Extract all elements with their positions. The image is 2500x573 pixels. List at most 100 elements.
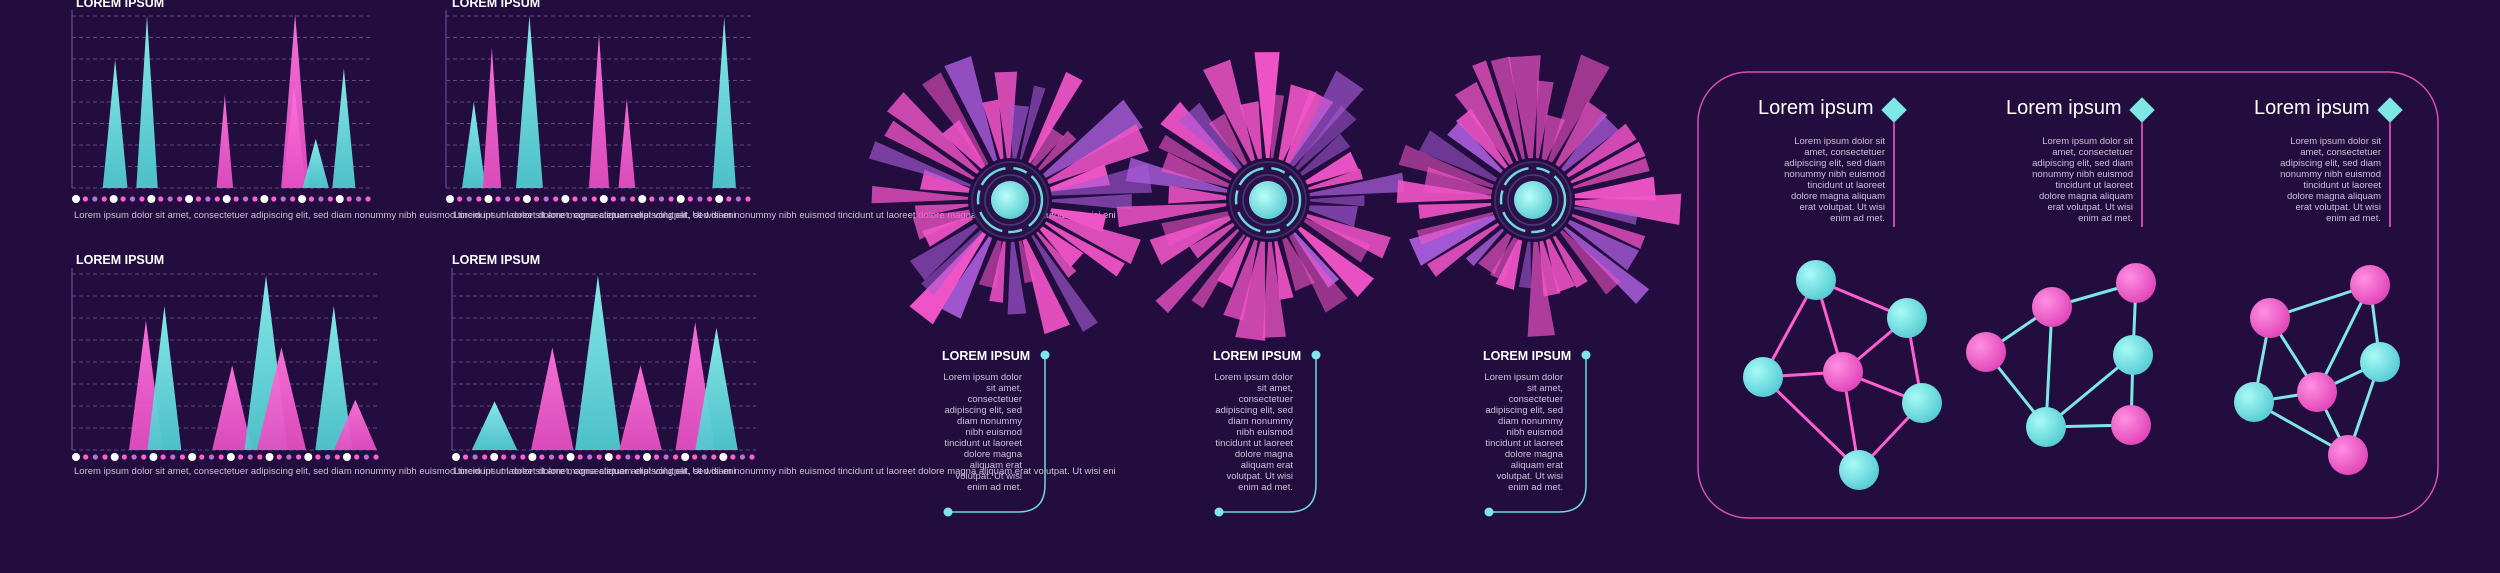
axis-dot: [543, 196, 549, 202]
axis-dot: [625, 454, 631, 460]
area-peak: [482, 47, 502, 189]
network-graph-1: [1743, 260, 1942, 490]
axis-dot: [558, 454, 564, 460]
column-text-line: enim ad met.: [1830, 213, 1885, 224]
block-text-line: consectetuer: [1509, 394, 1563, 405]
block-text-line: enim ad met.: [1508, 482, 1563, 493]
chart-title: LOREM IPSUM: [452, 0, 540, 10]
axis-dot: [327, 196, 333, 202]
block-text-line: dolore magna: [1235, 449, 1294, 460]
axis-dot: [92, 454, 98, 460]
axis-dot: [129, 196, 136, 202]
burst-core: [1514, 181, 1552, 219]
axis-dot: [218, 454, 224, 460]
radial-burst-3: [1396, 54, 1682, 337]
connector-dot: [943, 507, 953, 517]
axis-dot: [167, 196, 173, 202]
block-text-line: Lorem ipsum dolor: [1214, 372, 1293, 383]
axis-dot: [591, 196, 597, 202]
axis-dot: [514, 196, 520, 202]
axis-dot: [587, 454, 593, 460]
axis-dot: [308, 196, 315, 202]
axis-dot: [179, 454, 186, 460]
axis-dot: [490, 453, 499, 461]
network-node: [1966, 332, 2006, 372]
axis-dot: [315, 454, 321, 460]
network-node: [2113, 335, 2153, 375]
axis-dot: [222, 195, 231, 203]
axis-dot: [452, 453, 460, 461]
axis-dot: [82, 196, 89, 202]
block-text-line: sit amet,: [1257, 383, 1293, 394]
axis-dot: [630, 196, 636, 202]
axis-dot: [102, 454, 108, 460]
column-text-line: Lorem ipsum dolor sit: [2042, 136, 2133, 147]
axis-dot: [298, 195, 307, 203]
axis-dot: [484, 195, 493, 203]
column-text-line: amet, consectetuer: [2052, 147, 2133, 158]
axis-dot: [715, 195, 724, 203]
block-text-line: dolore magna: [1505, 449, 1564, 460]
block-text-line: aliquam erat: [970, 460, 1023, 471]
axis-dot: [257, 454, 263, 460]
column-text-line: tincidunt ut laoreet: [2055, 180, 2133, 191]
axis-dot: [290, 196, 296, 202]
axis-dot: [170, 454, 176, 460]
axis-dot: [342, 453, 351, 461]
network-node: [2350, 265, 2390, 305]
axis-dot: [101, 196, 107, 202]
axis-dot: [528, 453, 537, 461]
block-text-line: nibh euismod: [1236, 427, 1293, 438]
network-node: [2111, 405, 2151, 445]
axis-dot: [139, 196, 145, 202]
axis-dot: [681, 453, 690, 461]
axis-dot: [335, 195, 344, 203]
axis-dot: [160, 454, 166, 460]
axis-dot: [466, 196, 472, 202]
axis-dot: [739, 454, 746, 460]
axis-dot: [634, 454, 641, 460]
block-text-line: sit amet,: [986, 383, 1022, 394]
block-text-line: Lorem ipsum dolor: [1484, 372, 1563, 383]
axis-dot: [561, 195, 570, 203]
column-text-line: enim ad met.: [2326, 213, 2381, 224]
area-peak: [619, 365, 662, 450]
axis-dot: [446, 195, 454, 203]
burst-ray: [1574, 176, 1656, 201]
radial-text-block-1: LOREM IPSUM Lorem ipsum dolorsit amet,con…: [942, 349, 1050, 517]
axis-dot: [522, 195, 531, 203]
diamond-icon: [2129, 97, 2155, 123]
axis-dot: [363, 454, 369, 460]
axis-dot: [520, 454, 526, 460]
column-text-line: dolore magna aliquam: [1791, 191, 1885, 202]
axis-dot: [687, 196, 693, 202]
axis-dot: [141, 454, 147, 460]
connector-dot: [1484, 507, 1494, 517]
column-text-line: nonummy nibh euismod: [1784, 169, 1885, 180]
area-peak: [531, 347, 574, 450]
column-text-line: dolore magna aliquam: [2287, 191, 2381, 202]
chart-title: LOREM IPSUM: [76, 0, 164, 10]
block-text-line: nibh euismod: [1506, 427, 1563, 438]
axis-dot: [673, 454, 679, 460]
diamond-icon: [1881, 97, 1907, 123]
area-peak: [712, 17, 736, 189]
block-text-line: enim ad met.: [1238, 482, 1293, 493]
axis-dot: [355, 196, 362, 202]
column-text-line: Lorem ipsum dolor sit: [2290, 136, 2381, 147]
axis-dot: [663, 454, 669, 460]
axis-dot: [581, 196, 588, 202]
column-text-line: amet, consectetuer: [1804, 147, 1885, 158]
block-text-line: tincidunt ut laoreet: [1485, 438, 1563, 449]
axis-dot: [199, 454, 205, 460]
axis-dot: [304, 453, 313, 461]
column-text-line: dolore magna aliquam: [2039, 191, 2133, 202]
column-text-line: adipiscing elit, sed diam: [1784, 158, 1885, 169]
axis-dot: [147, 195, 156, 203]
axis-dot: [109, 195, 118, 203]
axis-dot: [642, 453, 651, 461]
block-text-line: sit amet,: [1527, 383, 1563, 394]
network-node: [2250, 298, 2290, 338]
axis-dot: [188, 453, 197, 461]
network-node: [1796, 260, 1836, 300]
